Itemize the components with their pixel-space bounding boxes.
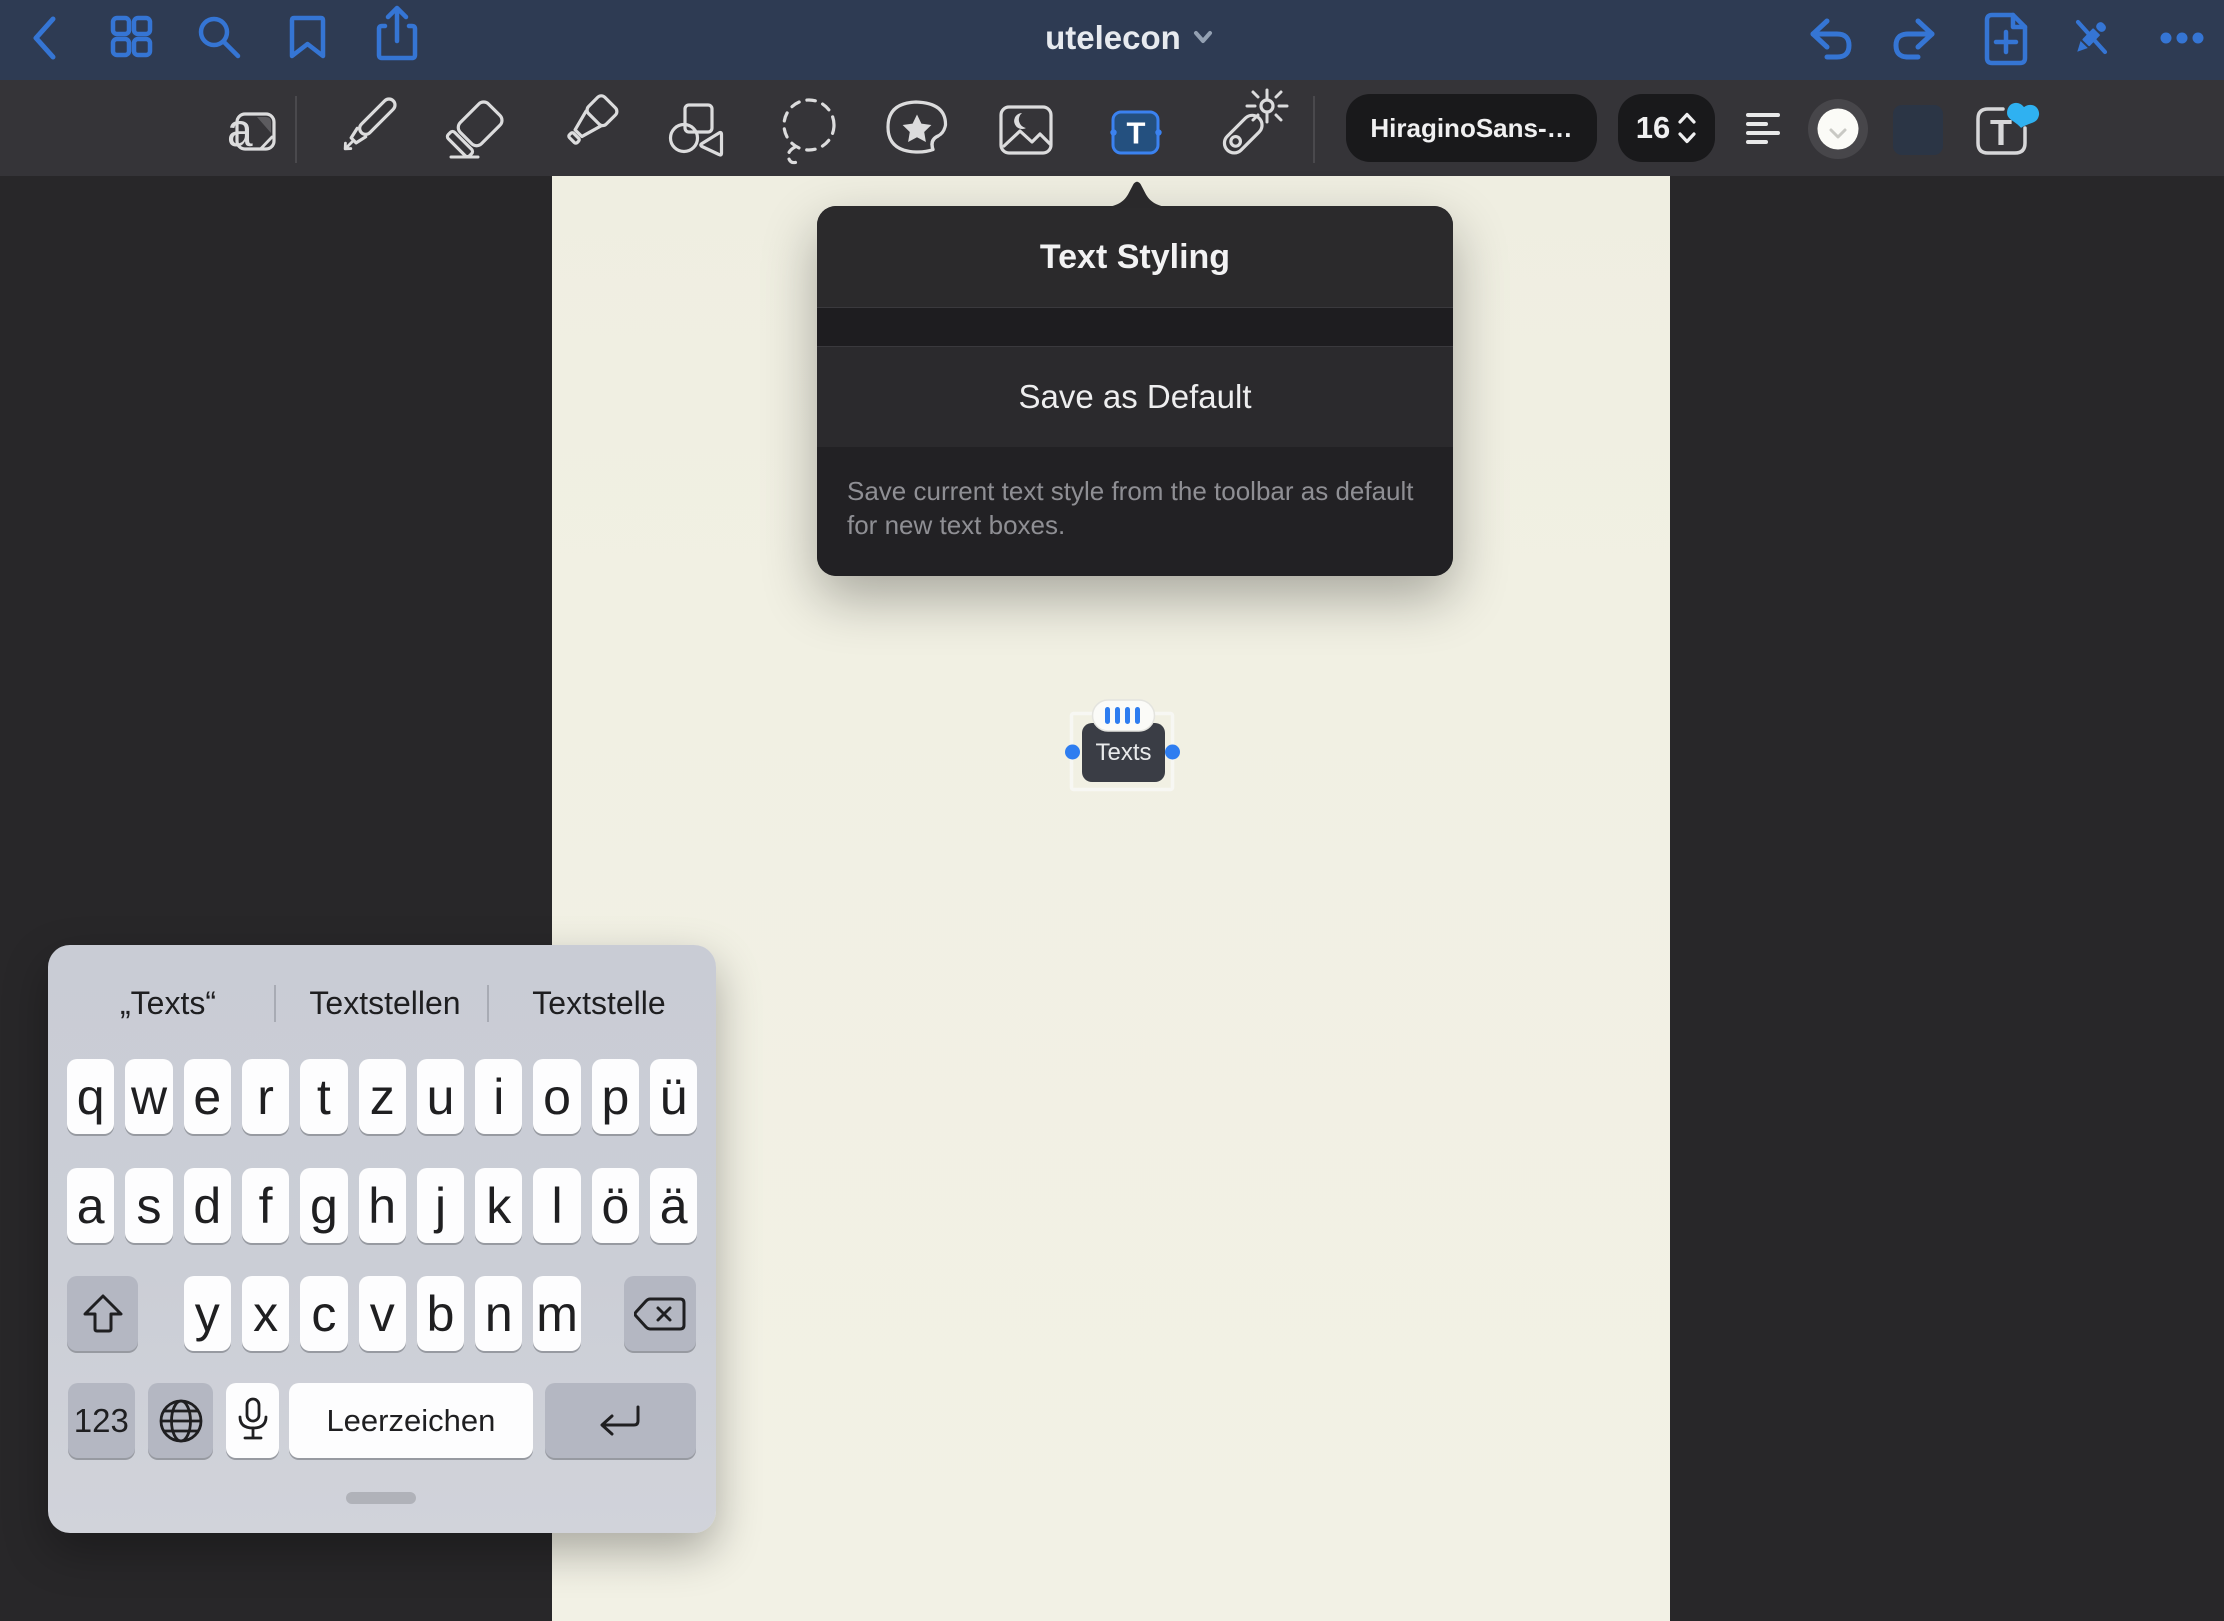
svg-text:utelecon: utelecon [1045, 19, 1181, 56]
svg-text:T: T [1990, 112, 2012, 153]
svg-text:a: a [227, 104, 253, 156]
svg-text:Texts: Texts [1095, 739, 1151, 766]
svg-text:T: T [1127, 116, 1146, 151]
